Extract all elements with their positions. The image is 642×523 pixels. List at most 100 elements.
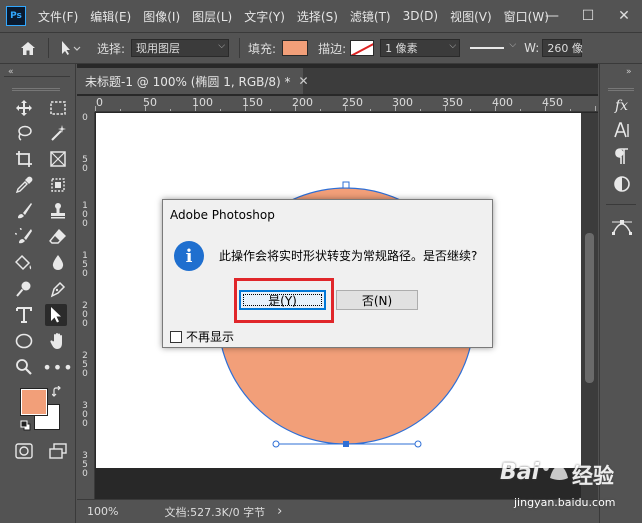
baidu-jingyan-watermark: Bai 经验 jingyan.baidu.com — [494, 452, 634, 518]
ruler-tick: 2 5 0 — [82, 351, 88, 379]
tools-panel: « ••• — [0, 64, 76, 523]
ruler-tick: 0 — [82, 113, 88, 123]
select-layer-value: 现用图层 — [136, 42, 181, 55]
ruler-tick: 5 0 — [82, 155, 88, 174]
pen-tool-icon[interactable] — [47, 278, 69, 300]
stroke-width-value: 1 像素 — [385, 42, 418, 55]
menu-filter[interactable]: 滤镜(T) — [350, 8, 391, 25]
width-input[interactable]: 260 像 — [542, 39, 583, 57]
zoom-level[interactable]: 100% — [87, 505, 118, 518]
no-button[interactable]: 否(N) — [336, 290, 418, 310]
menu-layer[interactable]: 图层(L) — [192, 8, 232, 25]
dodge-tool-icon[interactable] — [13, 278, 35, 300]
menu-bar: Ps 文件(F) 编辑(E) 图像(I) 图层(L) 文字(Y) 选择(S) 滤… — [0, 0, 642, 32]
ellipse-tool-icon[interactable] — [13, 330, 35, 352]
highlight-box — [234, 278, 334, 323]
vertical-scrollbar[interactable] — [581, 113, 598, 499]
blur-tool-icon[interactable] — [47, 252, 69, 274]
dont-show-again-option[interactable]: 不再显示 — [170, 328, 234, 345]
menu-image[interactable]: 图像(I) — [143, 8, 180, 25]
rectangular-marquee-tool-icon[interactable] — [47, 97, 69, 119]
watermark-brand-cn: 经验 — [572, 464, 614, 488]
vertical-ruler[interactable]: 0 5 0 1 0 0 1 5 0 2 0 0 2 5 0 3 0 0 3 5 … — [77, 112, 95, 499]
quick-mask-icon[interactable] — [13, 440, 35, 462]
close-window-button[interactable]: ✕ — [606, 0, 642, 32]
swap-colors-icon[interactable] — [51, 385, 64, 401]
minimize-button[interactable]: — — [534, 0, 570, 32]
menu-file[interactable]: 文件(F) — [38, 8, 78, 25]
document-tab[interactable]: 未标题-1 @ 100% (椭圆 1, RGB/8) * ✕ — [77, 68, 309, 94]
dont-show-again-label: 不再显示 — [186, 330, 235, 344]
stroke-label: 描边: — [318, 41, 347, 56]
brush-tool-icon[interactable] — [13, 200, 35, 222]
home-icon[interactable] — [14, 36, 42, 60]
ruler-tick: 2 0 0 — [82, 301, 88, 329]
foreground-color-swatch[interactable] — [20, 388, 48, 416]
ruler-tick: 3 0 0 — [82, 401, 88, 429]
window-controls: — ☐ ✕ — [534, 0, 642, 32]
watermark-brand: Bai — [500, 460, 540, 485]
menu-view[interactable]: 视图(V) — [450, 8, 492, 25]
menu-type[interactable]: 文字(Y) — [244, 8, 285, 25]
ruler-tick: 1 5 0 — [82, 251, 88, 279]
document-tab-bar: 未标题-1 @ 100% (椭圆 1, RGB/8) * ✕ — [77, 68, 598, 94]
ruler-corner — [77, 96, 95, 112]
stroke-type-dropdown[interactable]: ⌵ — [470, 39, 518, 57]
dialog-message: 此操作会将实时形状转变为常规路径。是否继续? — [219, 249, 478, 263]
ruler-tick: 1 0 0 — [82, 201, 88, 229]
dont-show-again-checkbox[interactable] — [170, 330, 182, 343]
direct-selection-tool-icon[interactable] — [45, 304, 67, 326]
move-tool-icon[interactable] — [13, 97, 35, 119]
magic-wand-tool-icon[interactable] — [47, 122, 69, 144]
options-bar: 选择: 现用图层 ⌵ 填充: 描边: 1 像素 ⌵ ⌵ W: 260 像 — [0, 32, 642, 64]
paint-bucket-tool-icon[interactable] — [13, 252, 35, 274]
scrollbar-thumb[interactable] — [585, 233, 594, 383]
fill-label: 填充: — [248, 41, 277, 56]
chevron-down-icon: ⌵ — [509, 40, 517, 50]
adjustments-panel-icon[interactable] — [600, 172, 642, 196]
paths-panel-icon[interactable] — [600, 215, 642, 239]
fx-styles-icon[interactable]: fx — [600, 94, 642, 118]
horizontal-ruler[interactable]: 0 50 100 150 200 250 300 350 400 450 — [95, 96, 598, 112]
maximize-button[interactable]: ☐ — [570, 0, 606, 32]
stroke-width-dropdown[interactable]: 1 像素 ⌵ — [380, 39, 461, 57]
menu-3d[interactable]: 3D(D) — [403, 9, 438, 23]
close-tab-icon[interactable]: ✕ — [299, 74, 309, 88]
stroke-color-swatch[interactable] — [350, 40, 375, 56]
paragraph-panel-icon[interactable] — [600, 144, 642, 168]
status-arrow-icon[interactable]: › — [277, 504, 282, 519]
chevron-down-icon: ⌵ — [449, 41, 457, 51]
object-selection-tool-icon[interactable] — [47, 174, 69, 196]
menu-select[interactable]: 选择(S) — [297, 8, 338, 25]
default-colors-icon[interactable] — [20, 420, 32, 435]
no-button-label: 否(N) — [361, 293, 393, 308]
clone-stamp-tool-icon[interactable] — [47, 200, 69, 222]
type-tool-icon[interactable] — [13, 304, 35, 326]
history-brush-tool-icon[interactable] — [13, 226, 35, 248]
fill-color-swatch[interactable] — [282, 40, 309, 56]
zoom-tool-icon[interactable] — [13, 356, 35, 378]
dialog-title: Adobe Photoshop — [170, 208, 275, 222]
character-panel-icon[interactable] — [600, 118, 642, 142]
select-layer-dropdown[interactable]: 现用图层 ⌵ — [131, 39, 230, 57]
eyedropper-tool-icon[interactable] — [13, 174, 35, 196]
eraser-tool-icon[interactable] — [47, 226, 69, 248]
watermark-url: jingyan.baidu.com — [514, 496, 616, 509]
document-info[interactable]: 文档:527.3K/0 字节 — [164, 504, 265, 520]
frame-tool-icon[interactable] — [47, 148, 69, 170]
screen-mode-icon[interactable] — [47, 440, 69, 462]
ruler-tick: 3 5 0 — [82, 451, 88, 479]
more-tools-icon[interactable]: ••• — [42, 356, 72, 378]
select-label: 选择: — [97, 41, 126, 56]
path-selection-tool-icon[interactable] — [55, 36, 85, 60]
hand-tool-icon[interactable] — [47, 330, 69, 352]
chevron-down-icon: ⌵ — [218, 41, 226, 51]
info-icon: i — [174, 241, 204, 271]
lasso-tool-icon[interactable] — [13, 122, 35, 144]
crop-tool-icon[interactable] — [13, 148, 35, 170]
width-value: 260 像 — [547, 42, 583, 55]
confirm-dialog: Adobe Photoshop i 此操作会将实时形状转变为常规路径。是否继续?… — [162, 199, 493, 348]
menu-edit[interactable]: 编辑(E) — [90, 8, 131, 25]
width-label: W: — [524, 41, 540, 55]
collapse-panel-icon[interactable]: » — [626, 67, 632, 77]
